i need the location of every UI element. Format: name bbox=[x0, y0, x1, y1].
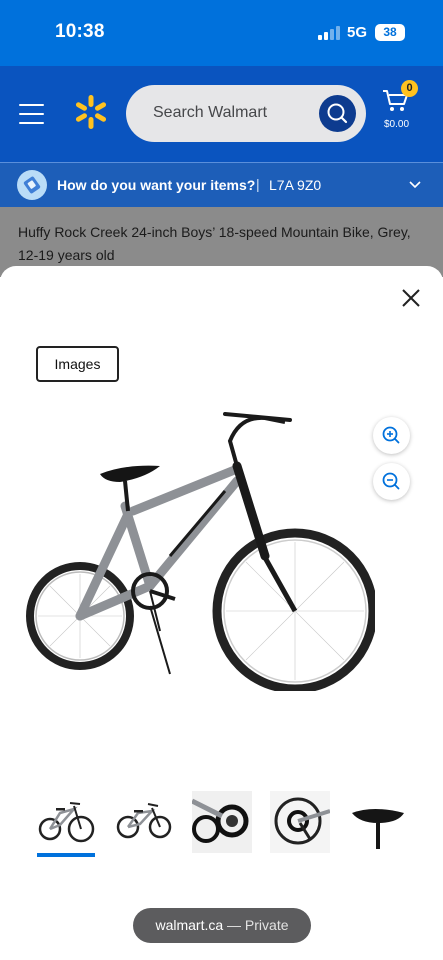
delivery-options-icon bbox=[17, 170, 47, 200]
status-bar: 10:38 5G 38 bbox=[0, 0, 443, 66]
thumbnail-rear-derailleur-closeup[interactable] bbox=[270, 791, 330, 853]
zoom-out-button[interactable] bbox=[373, 463, 410, 500]
search-button[interactable] bbox=[319, 95, 356, 132]
selected-thumbnail-indicator bbox=[37, 853, 95, 857]
zoom-in-icon bbox=[382, 426, 400, 444]
main-product-image[interactable] bbox=[25, 406, 375, 691]
signal-icon bbox=[318, 26, 340, 40]
delivery-selector[interactable]: How do you want your items? | L7A 9Z0 bbox=[0, 162, 443, 207]
images-tab[interactable]: Images bbox=[36, 346, 119, 382]
thumbnail-saddle-closeup[interactable] bbox=[348, 791, 408, 853]
cart-total: $0.00 bbox=[384, 119, 410, 130]
browser-mode: — Private bbox=[227, 917, 289, 933]
search-icon bbox=[327, 103, 348, 124]
header: Search Walmart 0 $0.00 bbox=[0, 66, 443, 162]
chevron-down-icon bbox=[409, 181, 421, 189]
thumbnail-gears-closeup[interactable] bbox=[192, 791, 252, 853]
search-placeholder: Search Walmart bbox=[153, 104, 268, 121]
delivery-question: How do you want your items? bbox=[57, 177, 256, 193]
image-viewer-sheet: Images walmart.ca — Private bbox=[0, 266, 443, 960]
battery-icon: 38 bbox=[375, 24, 405, 41]
status-time: 10:38 bbox=[55, 21, 105, 42]
cart-button[interactable]: 0 $0.00 bbox=[382, 80, 422, 132]
postal-code: L7A 9Z0 bbox=[269, 177, 322, 193]
zoom-out-icon bbox=[382, 472, 400, 490]
walmart-spark-logo[interactable] bbox=[73, 94, 109, 130]
search-input[interactable]: Search Walmart bbox=[126, 85, 366, 142]
product-title: Huffy Rock Creek 24-inch Boys’ 18-speed … bbox=[18, 224, 411, 263]
close-icon[interactable] bbox=[400, 287, 422, 309]
cart-count-badge: 0 bbox=[401, 80, 418, 97]
network-label: 5G bbox=[347, 24, 368, 41]
browser-url-pill[interactable]: walmart.ca — Private bbox=[133, 908, 311, 943]
thumbnail-bike-angle-view[interactable] bbox=[114, 791, 174, 853]
browser-domain: walmart.ca bbox=[155, 917, 224, 933]
zoom-in-button[interactable] bbox=[373, 417, 410, 454]
menu-icon[interactable] bbox=[19, 104, 44, 124]
thumbnail-bike-side-view[interactable] bbox=[36, 791, 96, 853]
delivery-separator: | bbox=[256, 176, 260, 192]
